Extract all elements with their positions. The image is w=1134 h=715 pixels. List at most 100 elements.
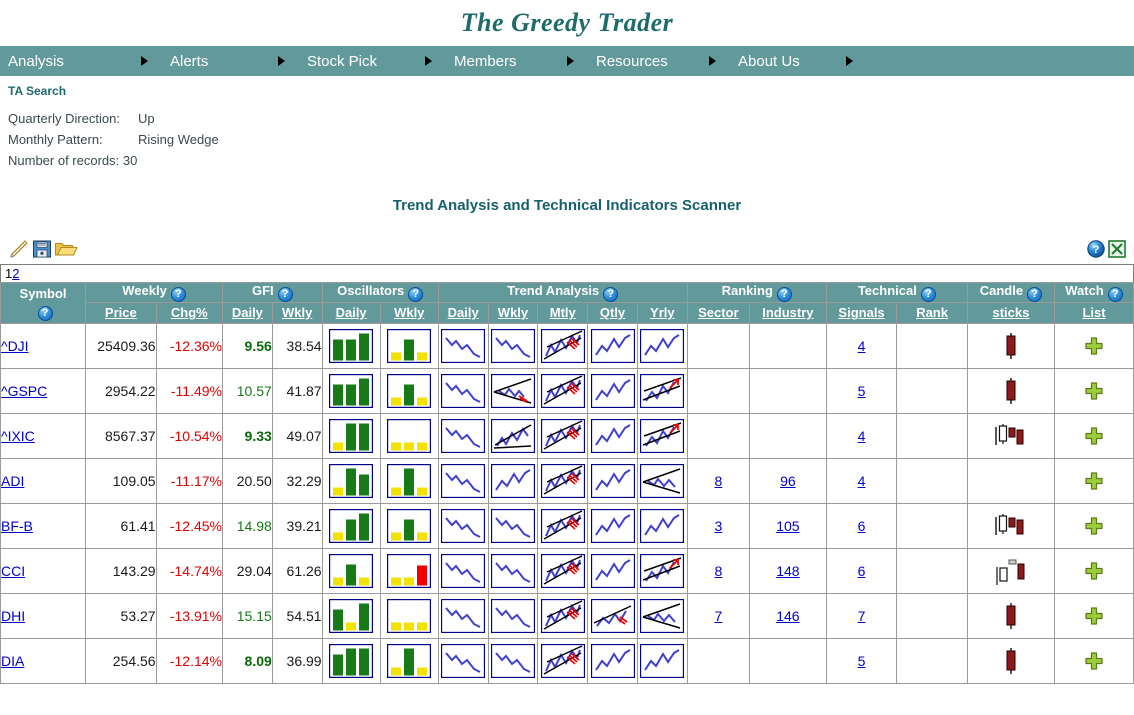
help-icon[interactable]: ? (1027, 287, 1043, 302)
help-icon[interactable]: ? (277, 287, 293, 302)
cell-tech-signals[interactable]: 5 (825, 368, 898, 414)
signals-link[interactable]: 4 (858, 473, 866, 489)
cell-watch-list[interactable] (1054, 503, 1134, 549)
cell-watch-list[interactable] (1054, 458, 1134, 504)
cell-watch-list[interactable] (1054, 638, 1134, 684)
cell-tech-signals[interactable]: 5 (825, 638, 898, 684)
col-candlesticks[interactable]: sticks (966, 302, 1056, 324)
add-to-watchlist-icon[interactable] (1084, 561, 1104, 581)
signals-link[interactable]: 6 (858, 563, 866, 579)
cell-rank-sector[interactable]: 8 (686, 548, 751, 594)
help-icon[interactable]: ? (408, 287, 424, 302)
help-icon[interactable]: ? (1087, 240, 1105, 258)
add-to-watchlist-icon[interactable] (1084, 426, 1104, 446)
col-trend-yrly[interactable]: Yrly (636, 302, 688, 324)
signals-link[interactable]: 4 (858, 428, 866, 444)
add-to-watchlist-icon[interactable] (1084, 651, 1104, 671)
cell-symbol[interactable]: DHI (0, 593, 87, 639)
cell-watch-list[interactable] (1054, 548, 1134, 594)
nav-item-stock-pick[interactable]: Stock Pick (285, 53, 417, 70)
industry-rank-link[interactable]: 105 (776, 518, 799, 534)
cell-tech-signals[interactable]: 4 (825, 323, 898, 369)
cell-watch-list[interactable] (1054, 413, 1134, 459)
add-to-watchlist-icon[interactable] (1084, 606, 1104, 626)
sector-rank-link[interactable]: 7 (714, 608, 722, 624)
add-to-watchlist-icon[interactable] (1084, 336, 1104, 356)
nav-item-members[interactable]: Members (432, 53, 559, 70)
folder-open-icon[interactable] (54, 238, 78, 260)
sector-rank-link[interactable]: 8 (714, 563, 722, 579)
symbol-link[interactable]: ^IXIC (1, 428, 35, 444)
industry-rank-link[interactable]: 96 (780, 473, 796, 489)
cell-rank-industry[interactable]: 146 (749, 593, 827, 639)
cell-watch-list[interactable] (1054, 368, 1134, 414)
signals-link[interactable]: 4 (858, 338, 866, 354)
signals-link[interactable]: 7 (858, 608, 866, 624)
cell-watch-list[interactable] (1054, 593, 1134, 639)
cell-symbol[interactable]: ADI (0, 458, 87, 504)
cell-symbol[interactable]: ^IXIC (0, 413, 87, 459)
excel-export-icon[interactable] (1108, 240, 1126, 258)
cell-tech-signals[interactable]: 4 (825, 413, 898, 459)
symbol-link[interactable]: ^GSPC (1, 383, 47, 399)
cell-symbol[interactable]: BF-B (0, 503, 87, 549)
col-osc-daily[interactable]: Daily (321, 302, 381, 324)
signals-link[interactable]: 5 (858, 653, 866, 669)
cell-rank-sector[interactable]: 7 (686, 593, 751, 639)
col-osc-wkly[interactable]: Wkly (379, 302, 439, 324)
col-tech-signals[interactable]: Signals (825, 302, 898, 324)
cell-tech-signals[interactable]: 4 (825, 458, 898, 504)
cell-watch-list[interactable] (1054, 323, 1134, 369)
symbol-link[interactable]: DHI (1, 608, 25, 624)
col-price[interactable]: Price (85, 302, 157, 324)
col-trend-mtly[interactable]: Mtly (537, 302, 589, 324)
cell-symbol[interactable]: DIA (0, 638, 87, 684)
col-trend-wkly[interactable]: Wkly (487, 302, 539, 324)
cell-tech-signals[interactable]: 6 (825, 503, 898, 549)
cell-rank-sector[interactable]: 8 (686, 458, 751, 504)
cell-tech-signals[interactable]: 7 (825, 593, 898, 639)
col-rank-industry[interactable]: Industry (749, 302, 827, 324)
pencil-icon[interactable] (8, 238, 30, 260)
help-icon[interactable]: ? (37, 305, 53, 321)
col-gfi-daily[interactable]: Daily (222, 302, 273, 324)
help-icon[interactable]: ? (170, 287, 186, 302)
help-icon[interactable]: ? (603, 287, 619, 302)
cell-tech-signals[interactable]: 6 (825, 548, 898, 594)
col-tech-rank[interactable]: Rank (896, 302, 968, 324)
cell-rank-industry[interactable]: 148 (749, 548, 827, 594)
signals-link[interactable]: 6 (858, 518, 866, 534)
help-icon[interactable]: ? (776, 287, 792, 302)
page-link-2[interactable]: 2 (12, 266, 19, 281)
cell-rank-sector[interactable]: 3 (686, 503, 751, 549)
cell-symbol[interactable]: ^GSPC (0, 368, 87, 414)
nav-item-alerts[interactable]: Alerts (148, 53, 270, 70)
cell-symbol[interactable]: ^DJI (0, 323, 87, 369)
cell-symbol[interactable]: CCI (0, 548, 87, 594)
col-watch-list[interactable]: List (1054, 302, 1134, 324)
col-trend-qtly[interactable]: Qtly (587, 302, 638, 324)
sector-rank-link[interactable]: 8 (714, 473, 722, 489)
col-chg-pct[interactable]: Chg% (155, 302, 224, 324)
col-trend-daily[interactable]: Daily (437, 302, 489, 324)
industry-rank-link[interactable]: 146 (776, 608, 799, 624)
symbol-link[interactable]: ^DJI (1, 338, 29, 354)
floppy-disk-icon[interactable] (31, 238, 53, 260)
industry-rank-link[interactable]: 148 (776, 563, 799, 579)
nav-item-analysis[interactable]: Analysis (0, 53, 133, 70)
help-icon[interactable]: ? (920, 287, 936, 302)
add-to-watchlist-icon[interactable] (1084, 516, 1104, 536)
add-to-watchlist-icon[interactable] (1084, 381, 1104, 401)
cell-rank-industry[interactable]: 105 (749, 503, 827, 549)
symbol-link[interactable]: ADI (1, 473, 24, 489)
symbol-link[interactable]: DIA (1, 653, 24, 669)
cell-rank-industry[interactable]: 96 (749, 458, 827, 504)
signals-link[interactable]: 5 (858, 383, 866, 399)
nav-item-resources[interactable]: Resources (574, 53, 701, 70)
sector-rank-link[interactable]: 3 (714, 518, 722, 534)
col-rank-sector[interactable]: Sector (686, 302, 751, 324)
symbol-link[interactable]: BF-B (1, 518, 33, 534)
symbol-link[interactable]: CCI (1, 563, 25, 579)
nav-item-about-us[interactable]: About Us (716, 53, 838, 70)
add-to-watchlist-icon[interactable] (1084, 471, 1104, 491)
